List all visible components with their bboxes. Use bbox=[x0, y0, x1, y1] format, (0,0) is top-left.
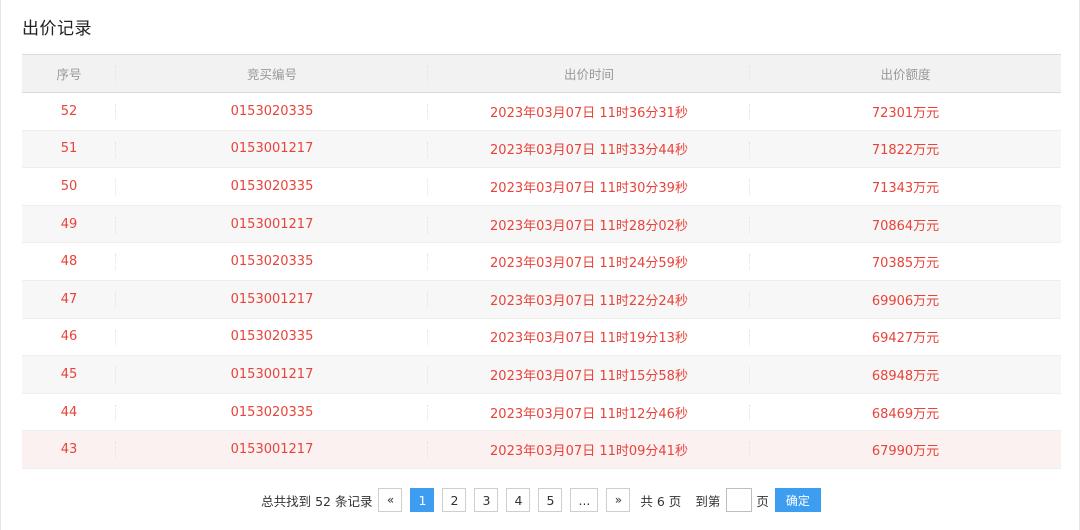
page-button-3[interactable]: 3 bbox=[474, 488, 499, 512]
cell-bidder-number: 0153001217 bbox=[116, 205, 428, 244]
cell-bid-time: 2023年03月07日 11时24分59秒 bbox=[428, 242, 750, 281]
page-ellipsis-button[interactable]: ... bbox=[570, 488, 599, 512]
cell-bid-amount: 71343万元 bbox=[750, 167, 1061, 206]
cell-index: 46 bbox=[22, 318, 116, 357]
cell-bidder-number: 0153001217 bbox=[116, 430, 428, 469]
cell-bidder-number: 0153001217 bbox=[116, 280, 428, 319]
next-page-button[interactable]: » bbox=[606, 488, 631, 512]
bid-record-table: 序号 竞买编号 出价时间 出价额度 52 0153020335 2023年03月07… bbox=[22, 54, 1061, 469]
page-button-4[interactable]: 4 bbox=[506, 488, 531, 512]
cell-bid-time: 2023年03月07日 11时28分02秒 bbox=[428, 205, 750, 244]
cell-bid-amount: 69427万元 bbox=[750, 318, 1061, 357]
cell-index: 45 bbox=[22, 355, 116, 394]
cell-index: 44 bbox=[22, 393, 116, 432]
table-header-row: 序号 竞买编号 出价时间 出价额度 bbox=[22, 54, 1061, 93]
header-bid-amount: 出价额度 bbox=[750, 54, 1061, 93]
page-button-1[interactable]: 1 bbox=[410, 488, 435, 512]
cell-bid-amount: 70864万元 bbox=[750, 205, 1061, 244]
header-index: 序号 bbox=[22, 54, 116, 93]
cell-index: 43 bbox=[22, 430, 116, 469]
prev-page-button[interactable]: « bbox=[378, 488, 403, 512]
cell-bid-amount: 72301万元 bbox=[750, 92, 1061, 131]
cell-bid-time: 2023年03月07日 11时22分24秒 bbox=[428, 280, 750, 319]
page-button-5[interactable]: 5 bbox=[538, 488, 563, 512]
confirm-button[interactable]: 确定 bbox=[774, 488, 821, 512]
header-bid-time: 出价时间 bbox=[428, 54, 750, 93]
cell-bid-time: 2023年03月07日 11时19分13秒 bbox=[428, 318, 750, 357]
cell-bid-amount: 68948万元 bbox=[750, 355, 1061, 394]
table-row: 45 0153001217 2023年03月07日 11时15分58秒 68948万元 bbox=[22, 355, 1061, 394]
goto-prefix-label: 到第 bbox=[695, 493, 721, 509]
cell-bid-amount: 71822万元 bbox=[750, 130, 1061, 169]
table-row: 44 0153020335 2023年03月07日 11时12分46秒 68469万元 bbox=[22, 393, 1061, 432]
page-title: 出价记录 bbox=[22, 19, 92, 39]
cell-bidder-number: 0153020335 bbox=[116, 167, 428, 206]
table-row: 46 0153020335 2023年03月07日 11时19分13秒 69427万元 bbox=[22, 318, 1061, 357]
cell-bidder-number: 0153020335 bbox=[116, 242, 428, 281]
goto-suffix-label: 页 bbox=[756, 493, 769, 509]
table-row: 49 0153001217 2023年03月07日 11时28分02秒 70864万元 bbox=[22, 205, 1061, 244]
table-row: 47 0153001217 2023年03月07日 11时22分24秒 69906万元 bbox=[22, 280, 1061, 319]
cell-index: 52 bbox=[22, 92, 116, 131]
cell-bidder-number: 0153001217 bbox=[116, 130, 428, 169]
cell-index: 49 bbox=[22, 205, 116, 244]
cell-index: 51 bbox=[22, 130, 116, 169]
header-bidder-number: 竞买编号 bbox=[116, 54, 428, 93]
table-row: 43 0153001217 2023年03月07日 11时09分41秒 67990万元 bbox=[22, 430, 1061, 469]
cell-bid-time: 2023年03月07日 11时15分58秒 bbox=[428, 355, 750, 394]
cell-bidder-number: 0153001217 bbox=[116, 355, 428, 394]
total-records-text: 总共找到 52 条记录 bbox=[261, 493, 373, 509]
cell-bidder-number: 0153020335 bbox=[116, 318, 428, 357]
table-row: 48 0153020335 2023年03月07日 11时24分59秒 70385万元 bbox=[22, 242, 1061, 281]
cell-bid-amount: 69906万元 bbox=[750, 280, 1061, 319]
cell-bid-amount: 68469万元 bbox=[750, 393, 1061, 432]
cell-index: 50 bbox=[22, 167, 116, 206]
cell-bid-time: 2023年03月07日 11时09分41秒 bbox=[428, 430, 750, 469]
cell-bidder-number: 0153020335 bbox=[116, 393, 428, 432]
cell-bid-amount: 70385万元 bbox=[750, 242, 1061, 281]
goto-page-input[interactable] bbox=[726, 488, 753, 512]
table-row: 50 0153020335 2023年03月07日 11时30分39秒 71343万元 bbox=[22, 167, 1061, 206]
cell-bid-time: 2023年03月07日 11时36分31秒 bbox=[428, 92, 750, 131]
cell-bid-time: 2023年03月07日 11时12分46秒 bbox=[428, 393, 750, 432]
table-row: 52 0153020335 2023年03月07日 11时36分31秒 72301万元 bbox=[22, 92, 1061, 131]
cell-index: 47 bbox=[22, 280, 116, 319]
cell-bid-time: 2023年03月07日 11时30分39秒 bbox=[428, 167, 750, 206]
bid-record-panel: 出价记录 序号 竞买编号 出价时间 出价额度 52 0153020335 2023年… bbox=[0, 0, 1080, 530]
cell-bid-amount: 67990万元 bbox=[750, 430, 1061, 469]
cell-index: 48 bbox=[22, 242, 116, 281]
page-button-2[interactable]: 2 bbox=[442, 488, 467, 512]
page-count-text: 共 6 页 bbox=[640, 493, 682, 509]
table-row: 51 0153001217 2023年03月07日 11时33分44秒 71822万元 bbox=[22, 130, 1061, 169]
pagination: 总共找到 52 条记录 « 1 2 3 4 5 ... » 共 6 页 到第 页… bbox=[1, 488, 1080, 512]
cell-bid-time: 2023年03月07日 11时33分44秒 bbox=[428, 130, 750, 169]
cell-bidder-number: 0153020335 bbox=[116, 92, 428, 131]
